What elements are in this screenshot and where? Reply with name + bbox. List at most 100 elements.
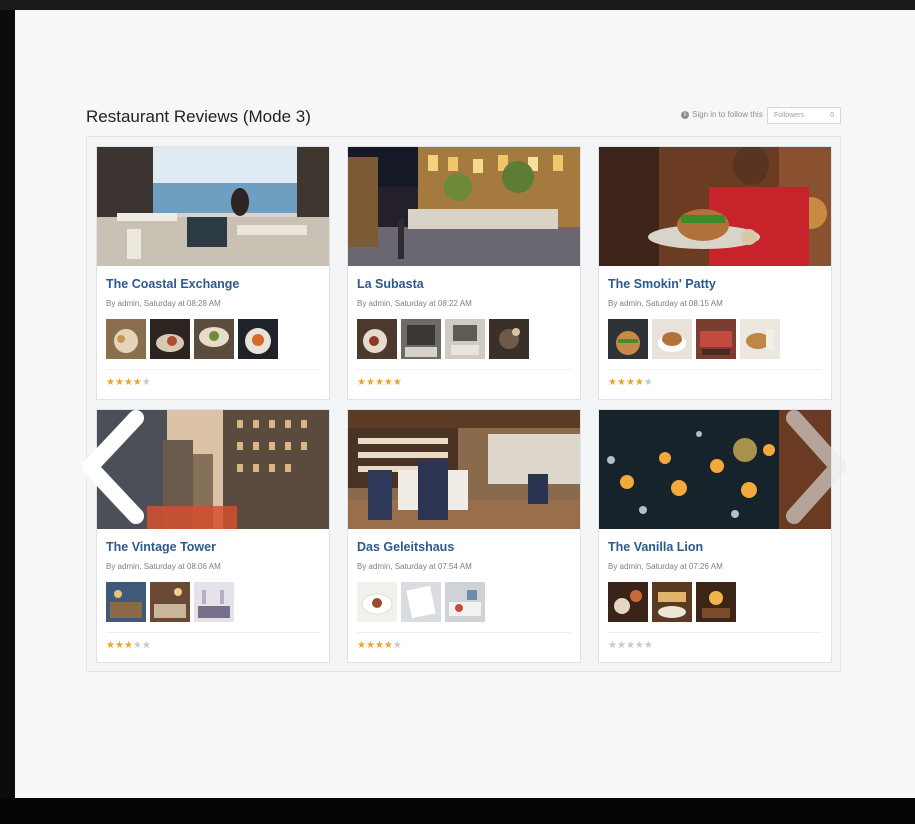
card-title[interactable]: The Coastal Exchange xyxy=(106,277,239,291)
thumbnail-image[interactable] xyxy=(652,582,692,622)
card-thumbnails xyxy=(357,319,529,359)
star-icon: ★ xyxy=(625,377,635,388)
card-thumbnails xyxy=(106,582,234,622)
chevron-left-icon xyxy=(82,410,144,524)
star-icon: ★ xyxy=(392,377,402,388)
sign-in-to-follow[interactable]: i Sign in to follow this xyxy=(681,110,763,119)
card-hero-image[interactable] xyxy=(599,147,831,266)
card-divider xyxy=(357,369,571,370)
card-title[interactable]: The Vintage Tower xyxy=(106,540,216,554)
thumbnail-image[interactable] xyxy=(194,582,234,622)
followers-select-label: Followers xyxy=(774,112,804,119)
star-icon: ★ xyxy=(634,377,644,388)
review-card[interactable]: The Coastal Exchange By admin, Saturday … xyxy=(96,146,330,400)
bottom-bar xyxy=(0,798,915,824)
card-meta: By admin, Saturday at 08:22 AM xyxy=(357,299,472,308)
star-icon: ★ xyxy=(365,377,375,388)
card-divider xyxy=(106,632,320,633)
star-icon: ★ xyxy=(114,377,124,388)
chevron-right-icon xyxy=(786,410,846,524)
card-divider xyxy=(357,632,571,633)
card-title[interactable]: The Vanilla Lion xyxy=(608,540,703,554)
card-divider xyxy=(608,369,822,370)
card-hero-image[interactable] xyxy=(348,410,580,529)
card-meta: By admin, Saturday at 07:26 AM xyxy=(608,562,723,571)
star-icon: ★ xyxy=(132,640,142,651)
star-icon: ★ xyxy=(123,377,133,388)
star-icon: ★ xyxy=(643,377,653,388)
carousel-next-button[interactable] xyxy=(780,408,852,526)
star-icon: ★ xyxy=(392,640,402,651)
star-icon: ★ xyxy=(616,377,626,388)
review-card[interactable]: La Subasta By admin, Saturday at 08:22 A… xyxy=(347,146,581,400)
star-icon: ★ xyxy=(365,640,375,651)
star-icon: ★ xyxy=(357,640,366,651)
thumbnail-image[interactable] xyxy=(445,582,485,622)
card-title[interactable]: Das Geleitshaus xyxy=(357,540,454,554)
review-card[interactable]: Das Geleitshaus By admin, Saturday at 07… xyxy=(347,409,581,663)
star-icon: ★ xyxy=(114,640,124,651)
review-card[interactable]: The Smokin' Patty By admin, Saturday at … xyxy=(598,146,832,400)
thumbnail-image[interactable] xyxy=(150,582,190,622)
thumbnail-image[interactable] xyxy=(150,319,190,359)
thumbnail-image[interactable] xyxy=(106,319,146,359)
thumbnail-image[interactable] xyxy=(401,319,441,359)
thumbnail-image[interactable] xyxy=(489,319,529,359)
card-title[interactable]: La Subasta xyxy=(357,277,424,291)
card-divider xyxy=(106,369,320,370)
thumbnail-image[interactable] xyxy=(401,582,441,622)
thumbnail-image[interactable] xyxy=(106,582,146,622)
followers-select[interactable]: Followers 0 xyxy=(767,107,841,124)
star-rating: ★★★★★ xyxy=(357,377,402,388)
top-bar xyxy=(0,0,915,10)
thumbnail-image[interactable] xyxy=(194,319,234,359)
card-meta: By admin, Saturday at 08:28 AM xyxy=(106,299,221,308)
thumbnail-image[interactable] xyxy=(696,319,736,359)
star-icon: ★ xyxy=(383,640,393,651)
thumbnail-image[interactable] xyxy=(238,319,278,359)
star-icon: ★ xyxy=(106,377,115,388)
card-hero-image[interactable] xyxy=(348,147,580,266)
card-thumbnails xyxy=(357,582,485,622)
star-icon: ★ xyxy=(616,640,626,651)
star-icon: ★ xyxy=(383,377,393,388)
card-divider xyxy=(608,632,822,633)
star-icon: ★ xyxy=(357,377,366,388)
star-icon: ★ xyxy=(106,640,115,651)
sign-in-label: Sign in to follow this xyxy=(692,110,763,119)
star-rating: ★★★★★ xyxy=(608,377,653,388)
star-icon: ★ xyxy=(625,640,635,651)
star-icon: ★ xyxy=(374,640,384,651)
thumbnail-image[interactable] xyxy=(696,582,736,622)
thumbnail-image[interactable] xyxy=(445,319,485,359)
card-meta: By admin, Saturday at 07:54 AM xyxy=(357,562,472,571)
carousel-prev-button[interactable] xyxy=(76,408,148,526)
star-icon: ★ xyxy=(132,377,142,388)
card-thumbnails xyxy=(608,319,780,359)
card-meta: By admin, Saturday at 08:06 AM xyxy=(106,562,221,571)
star-rating: ★★★★★ xyxy=(106,640,151,651)
star-rating: ★★★★★ xyxy=(106,377,151,388)
card-thumbnails xyxy=(106,319,278,359)
card-hero-image[interactable] xyxy=(97,147,329,266)
thumbnail-image[interactable] xyxy=(357,582,397,622)
star-icon: ★ xyxy=(141,640,151,651)
info-icon: i xyxy=(681,110,689,119)
star-icon: ★ xyxy=(634,640,644,651)
thumbnail-image[interactable] xyxy=(608,319,648,359)
star-icon: ★ xyxy=(608,640,617,651)
star-rating: ★★★★★ xyxy=(357,640,402,651)
thumbnail-image[interactable] xyxy=(740,319,780,359)
thumbnail-image[interactable] xyxy=(608,582,648,622)
followers-count: 0 xyxy=(830,112,834,119)
thumbnail-image[interactable] xyxy=(652,319,692,359)
star-icon: ★ xyxy=(123,640,133,651)
card-title[interactable]: The Smokin' Patty xyxy=(608,277,716,291)
star-icon: ★ xyxy=(141,377,151,388)
page-title: Restaurant Reviews (Mode 3) xyxy=(86,107,311,126)
thumbnail-image[interactable] xyxy=(357,319,397,359)
star-icon: ★ xyxy=(374,377,384,388)
card-meta: By admin, Saturday at 08:15 AM xyxy=(608,299,723,308)
card-thumbnails xyxy=(608,582,736,622)
star-rating: ★★★★★ xyxy=(608,640,653,651)
